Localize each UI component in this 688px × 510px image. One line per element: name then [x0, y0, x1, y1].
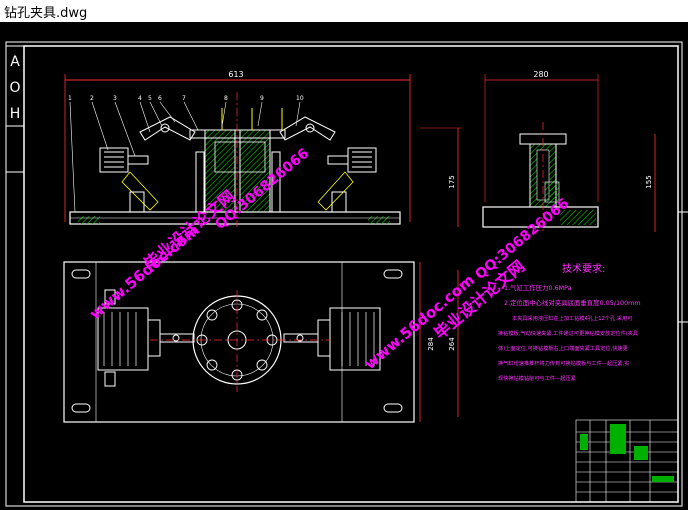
part-label-1: 1 [68, 95, 72, 102]
side-letter-2: O [9, 80, 20, 96]
front-width-dim: 613 [228, 70, 243, 79]
title-block [575, 419, 679, 503]
part-label-2: 2 [90, 95, 94, 102]
part-label-5: 5 [148, 95, 152, 102]
part-label-8: 8 [224, 95, 228, 102]
tech-req-line-1: 1.气缸工作压力0.6MPa [504, 283, 572, 292]
side-letter-1: A [10, 54, 20, 70]
part-label-4: 4 [138, 95, 142, 102]
part-label-6: 6 [158, 95, 162, 102]
side-letter-3: H [10, 106, 21, 122]
tech-req-line-4: 换钻模板,气动快速夹紧,工件通过可更换钻模安放定位件(夹具 [498, 329, 638, 337]
tech-req-line-5: 体)上面定位,可换钻模板右上口端面夹紧工具定位,快速更 [498, 344, 629, 352]
cad-canvas[interactable]: A O H 613 175 1 2 3 4 5 6 7 8 9 10 280 1… [0, 22, 688, 510]
side-height-dim: 155 [645, 175, 653, 188]
window-title: 钻孔夹具.dwg [4, 6, 88, 21]
drawing-svg: A O H 613 175 1 2 3 4 5 6 7 8 9 10 280 1… [5, 41, 688, 507]
tech-req-title: 技术要求: [562, 262, 605, 275]
tech-req-line-2: 2.定位面中心线对夹具底面垂直度0.05/100mm [504, 298, 641, 307]
tech-req-line-7: 现快换钻模钻削可与工件—起压紧 [498, 374, 576, 382]
plan-height-inner-dim: 264 [448, 337, 456, 351]
part-label-3: 3 [113, 95, 117, 102]
tech-req-line-6: 换气缸增速推推杆将力传到可换钻模板与工件—起压紧,实 [498, 359, 629, 367]
side-width-dim: 280 [533, 70, 548, 79]
part-label-9: 9 [260, 95, 264, 102]
title-bar: 钻孔夹具.dwg [0, 0, 688, 22]
front-height-dim: 175 [448, 175, 456, 188]
plan-height-dim: 284 [427, 337, 435, 351]
tech-requirements: 技术要求: 1.气缸工作压力0.6MPa 2.定位面中心线对夹具底面垂直度0.0… [498, 262, 641, 382]
tech-req-line-3: 本夹具采用液压缸在上加工钻模4孔上12个孔,采用可 [512, 314, 633, 322]
part-label-10: 10 [296, 95, 304, 102]
part-label-7: 7 [182, 95, 186, 102]
front-view: 613 175 1 2 3 4 5 6 7 8 9 10 [64, 70, 462, 227]
